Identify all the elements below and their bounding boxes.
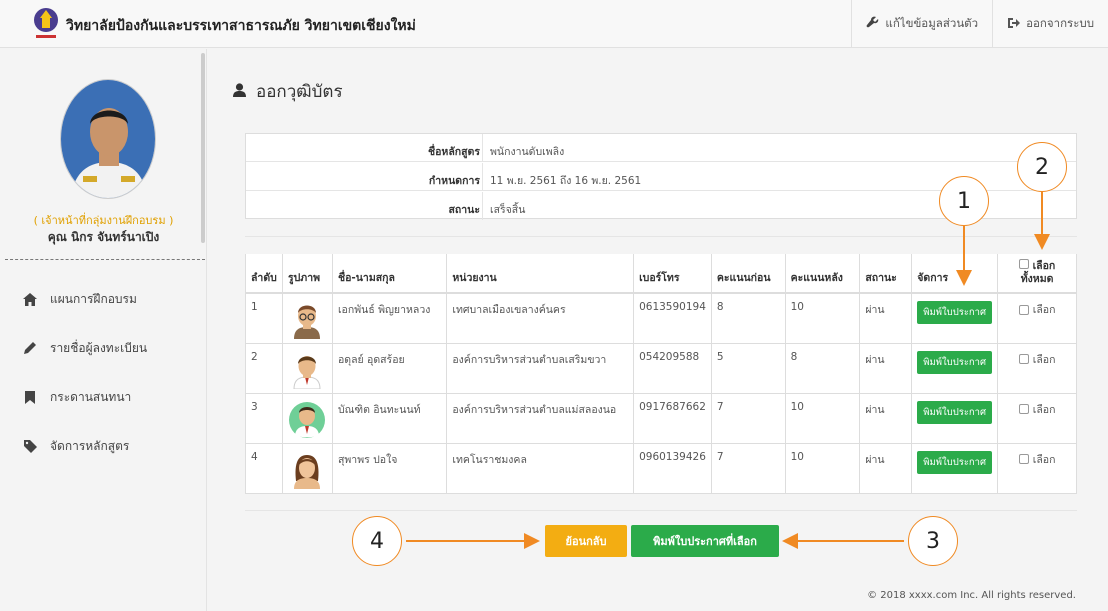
callout-3: 3	[908, 516, 958, 566]
callout-1: 1	[939, 176, 989, 226]
callout-2: 2	[1017, 142, 1067, 192]
callout-4: 4	[352, 516, 402, 566]
